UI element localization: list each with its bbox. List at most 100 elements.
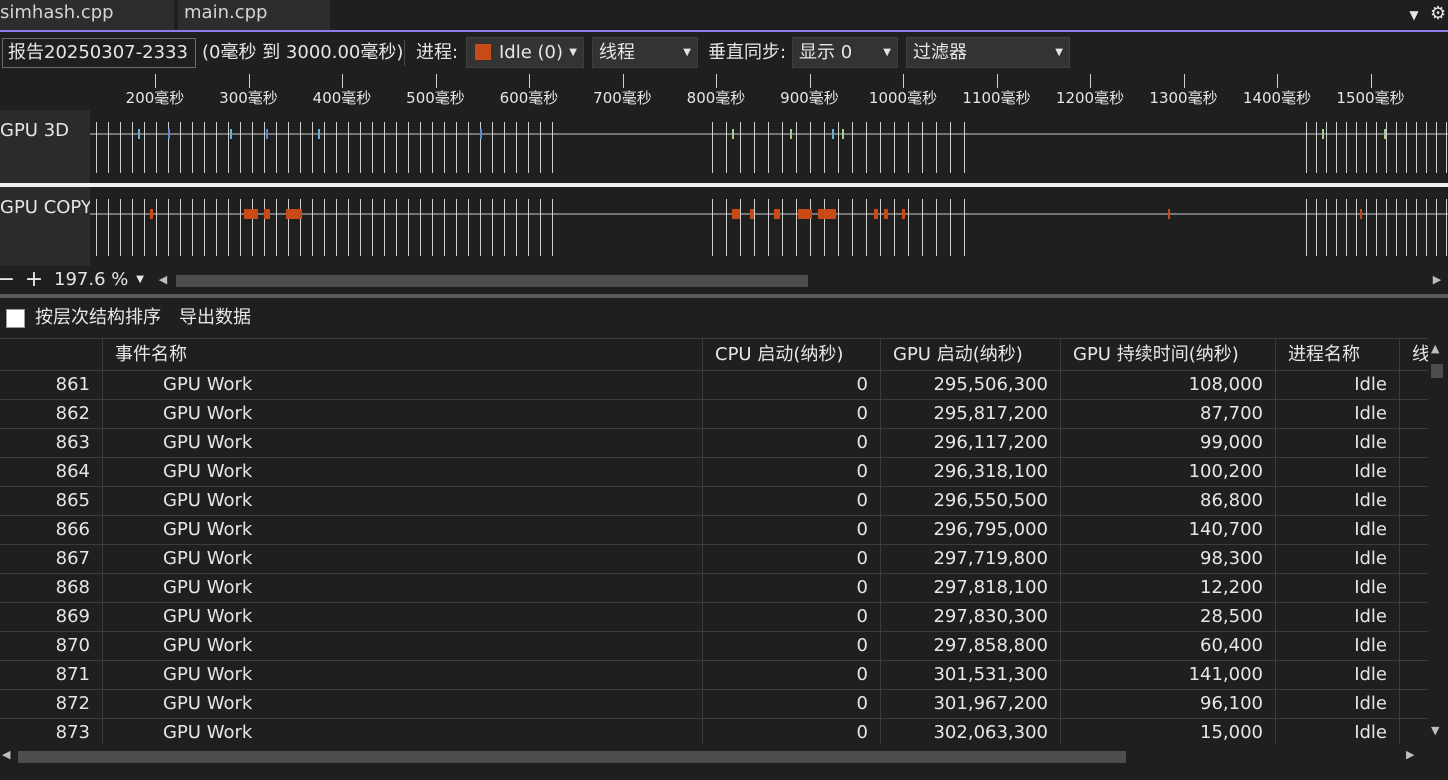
report-name-field[interactable]: 报告20250307-2333	[2, 38, 196, 68]
ruler-tick	[903, 74, 904, 88]
chevron-down-icon[interactable]: ▼	[1405, 6, 1423, 24]
horizontal-scroll-thumb[interactable]	[18, 751, 1126, 763]
process-name-cell: Idle	[1276, 400, 1400, 428]
gpu-copy-event-mark	[798, 209, 812, 219]
table-row[interactable]: 868 GPU Work 0 297,818,100 12,200 Idle	[0, 574, 1428, 603]
event-name-cell: GPU Work	[103, 632, 703, 660]
ruler-tick	[435, 74, 437, 88]
gpu-3d-event-mark	[266, 129, 268, 139]
table-row[interactable]: 869 GPU Work 0 297,830,300 28,500 Idle	[0, 603, 1428, 632]
column-header-event-name[interactable]: 事件名称	[103, 339, 703, 371]
gpu-copy-event-lane	[90, 199, 1448, 256]
gpu-3d-event-mark	[1384, 129, 1386, 139]
ruler-tick-label: 600毫秒	[499, 89, 559, 107]
track-gpu-copy[interactable]	[90, 187, 1448, 266]
gpu-duration-cell: 140,700	[1061, 516, 1276, 544]
plus-icon[interactable]: +	[24, 268, 44, 292]
event-name-cell: GPU Work	[103, 371, 703, 399]
event-name-cell: GPU Work	[103, 545, 703, 573]
time-range-text: (0毫秒 到 3000.00毫秒)	[202, 42, 404, 63]
table-row[interactable]: 862 GPU Work 0 295,817,200 87,700 Idle	[0, 400, 1428, 429]
cpu-start-cell: 0	[703, 719, 881, 744]
thread-cell	[1400, 632, 1428, 660]
table-body: 861 GPU Work 0 295,506,300 108,000 Idle 862 GPU…	[0, 371, 1428, 744]
column-header-process-name[interactable]: 进程名称	[1276, 339, 1400, 371]
cpu-start-cell: 0	[703, 661, 881, 689]
table-row[interactable]: 865 GPU Work 0 296,550,500 86,800 Idle	[0, 487, 1428, 516]
table-row[interactable]: 866 GPU Work 0 296,795,000 140,700 Idle	[0, 516, 1428, 545]
gpu-3d-event-mark	[480, 129, 482, 139]
filter-dropdown-value: 过滤器	[913, 42, 967, 63]
hierarchy-sort-checkbox[interactable]	[6, 309, 25, 328]
gpu-3d-event-mark	[790, 129, 792, 139]
column-header-gpu-duration[interactable]: GPU 持续时间(纳秒)	[1061, 339, 1276, 371]
event-name-cell: GPU Work	[103, 429, 703, 457]
gpu-duration-cell: 141,000	[1061, 661, 1276, 689]
vsync-dropdown[interactable]: 显示 0 ▼	[792, 37, 898, 68]
gpu-copy-event-mark	[1360, 209, 1362, 219]
zoom-dropdown[interactable]: 197.6 % ▼	[50, 268, 148, 292]
table-row[interactable]: 867 GPU Work 0 297,719,800 98,300 Idle	[0, 545, 1428, 574]
vertical-scroll-thumb[interactable]	[1431, 364, 1443, 378]
table-row[interactable]: 861 GPU Work 0 295,506,300 108,000 Idle	[0, 371, 1428, 400]
scroll-right-icon[interactable]: ▶	[1406, 748, 1414, 761]
gpu-3d-event-mark	[138, 129, 140, 139]
process-dropdown[interactable]: Idle (0) ▼	[466, 37, 584, 68]
column-header-gpu-start[interactable]: GPU 启动(纳秒)	[881, 339, 1061, 371]
table-row[interactable]: 863 GPU Work 0 296,117,200 99,000 Idle	[0, 429, 1428, 458]
gpu-3d-event-mark	[842, 129, 844, 139]
minus-icon[interactable]: −	[0, 268, 16, 292]
cpu-start-cell: 0	[703, 429, 881, 457]
gpu-copy-event-mark	[286, 209, 302, 219]
gear-icon[interactable]: ⚙	[1430, 3, 1448, 25]
column-header-cpu-start[interactable]: CPU 启动(纳秒)	[703, 339, 881, 371]
column-header-thread[interactable]: 线	[1400, 339, 1428, 371]
scroll-up-icon[interactable]: ▲	[1431, 342, 1439, 355]
process-name-cell: Idle	[1276, 719, 1400, 744]
pane-splitter[interactable]	[0, 294, 1448, 298]
export-data-link[interactable]: 导出数据	[179, 306, 251, 330]
gpu-3d-event-mark	[230, 129, 232, 139]
gpu-copy-event-mark	[884, 209, 888, 219]
tab-main-cpp[interactable]: main.cpp	[178, 0, 330, 30]
ruler-tick-label: 1200毫秒	[1055, 89, 1125, 107]
scroll-left-icon[interactable]: ◀	[156, 270, 170, 290]
chevron-down-icon: ▼	[1055, 47, 1063, 58]
ruler-tick-label: 800毫秒	[686, 89, 746, 107]
process-name-cell: Idle	[1276, 429, 1400, 457]
table-row[interactable]: 871 GPU Work 0 301,531,300 141,000 Idle	[0, 661, 1428, 690]
cpu-start-cell: 0	[703, 400, 881, 428]
scroll-down-icon[interactable]: ▼	[1431, 724, 1439, 737]
zoom-value: 197.6 %	[54, 269, 129, 290]
table-row[interactable]: 864 GPU Work 0 296,318,100 100,200 Idle	[0, 458, 1428, 487]
row-index: 863	[0, 429, 103, 457]
process-name-cell: Idle	[1276, 545, 1400, 573]
event-name-cell: GPU Work	[103, 574, 703, 602]
table-row[interactable]: 873 GPU Work 0 302,063,300 15,000 Idle	[0, 719, 1428, 744]
table-horizontal-scrollbar[interactable]: ◀ ▶	[0, 746, 1428, 768]
chevron-down-icon: ▼	[683, 47, 691, 58]
tab-simhash-cpp[interactable]: simhash.cpp	[0, 0, 174, 30]
gpu-duration-cell: 12,200	[1061, 574, 1276, 602]
track-gpu-3d[interactable]	[90, 110, 1448, 183]
filter-dropdown[interactable]: 过滤器 ▼	[906, 37, 1070, 68]
event-name-cell: GPU Work	[103, 690, 703, 718]
chevron-down-icon: ▼	[136, 274, 144, 285]
column-header-index[interactable]	[0, 339, 103, 371]
row-index: 869	[0, 603, 103, 631]
timeline-scroll-thumb[interactable]	[176, 275, 808, 287]
scroll-left-icon[interactable]: ◀	[2, 748, 10, 761]
ruler-tick-label: 1500毫秒	[1336, 89, 1405, 107]
gpu-duration-cell: 87,700	[1061, 400, 1276, 428]
table-row[interactable]: 872 GPU Work 0 301,967,200 96,100 Idle	[0, 690, 1428, 719]
thread-dropdown[interactable]: 线程 ▼	[592, 37, 698, 68]
cpu-start-cell: 0	[703, 690, 881, 718]
thread-cell	[1400, 545, 1428, 573]
timeline-ruler[interactable]: 200毫秒 300毫秒 400毫秒 500毫秒 600毫秒 700毫秒 800毫秒 900毫秒…	[90, 72, 1448, 110]
thread-cell	[1400, 429, 1428, 457]
track-label-text: GPU 3D	[0, 120, 70, 141]
table-vertical-scrollbar[interactable]: ▲ ▼	[1428, 338, 1448, 744]
ruler-tick-label: 200毫秒	[125, 89, 185, 107]
table-row[interactable]: 870 GPU Work 0 297,858,800 60,400 Idle	[0, 632, 1428, 661]
scroll-right-icon[interactable]: ▶	[1430, 270, 1444, 290]
